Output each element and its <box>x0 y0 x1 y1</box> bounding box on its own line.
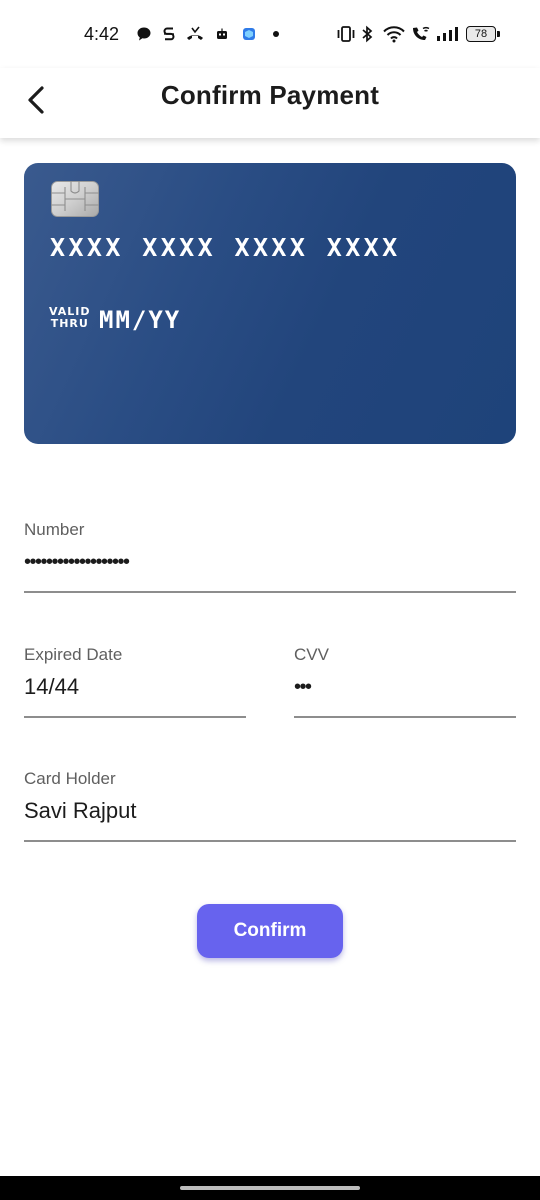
home-indicator[interactable] <box>180 1186 360 1190</box>
status-bar: 4:42 78 <box>0 0 540 68</box>
expired-date-field[interactable]: Expired Date 14/44 <box>24 644 246 718</box>
chat-bubble-icon <box>136 24 152 44</box>
vibrate-icon <box>336 24 356 44</box>
signal-icon <box>436 24 460 44</box>
missed-call-icon <box>185 24 205 44</box>
cvv-label: CVV <box>294 645 329 664</box>
card-number-input[interactable]: ••••••••••••••••••• <box>24 547 516 577</box>
card-holder-field[interactable]: Card Holder Savi Rajput <box>24 768 516 842</box>
valid-thru-label: VALID THRU <box>49 306 91 330</box>
robot-icon <box>216 24 228 44</box>
card-chip-icon <box>51 181 99 217</box>
cvv-input[interactable]: ••• <box>294 672 516 702</box>
card-number-label: Number <box>24 520 85 539</box>
s-circle-icon <box>161 24 177 44</box>
dot-icon <box>272 24 280 44</box>
cvv-field[interactable]: CVV ••• <box>294 644 516 718</box>
bluetooth-icon <box>360 24 374 44</box>
thru-label: THRU <box>50 317 89 330</box>
wifi-icon <box>382 24 406 44</box>
cvv-underline <box>294 716 516 718</box>
card-number: XXXX XXXX XXXX XXXX <box>50 233 401 262</box>
battery-icon: 78 <box>466 26 500 42</box>
card-holder-label: Card Holder <box>24 769 116 788</box>
card-number-underline <box>24 591 516 593</box>
card-holder-input[interactable]: Savi Rajput <box>24 796 516 826</box>
card-number-field[interactable]: Number ••••••••••••••••••• <box>24 519 516 593</box>
app-cube-icon <box>241 24 257 44</box>
confirm-payment-screen: 4:42 78 Confirm Payment XXXX XXXX XXXX X… <box>0 0 540 1200</box>
credit-card-preview: XXXX XXXX XXXX XXXX VALID THRU MM/YY <box>24 163 516 444</box>
confirm-button[interactable]: Confirm <box>197 904 343 958</box>
navigation-bar <box>0 1176 540 1200</box>
expired-date-label: Expired Date <box>24 645 123 664</box>
page-title: Confirm Payment <box>160 80 380 110</box>
app-bar: Confirm Payment <box>0 68 540 138</box>
expired-date-input[interactable]: 14/44 <box>24 672 246 702</box>
wifi-calling-icon <box>410 24 432 44</box>
status-time: 4:42 <box>84 24 120 44</box>
card-expiry: MM/YY <box>99 306 182 334</box>
expired-date-underline <box>24 716 246 718</box>
card-holder-underline <box>24 840 516 842</box>
